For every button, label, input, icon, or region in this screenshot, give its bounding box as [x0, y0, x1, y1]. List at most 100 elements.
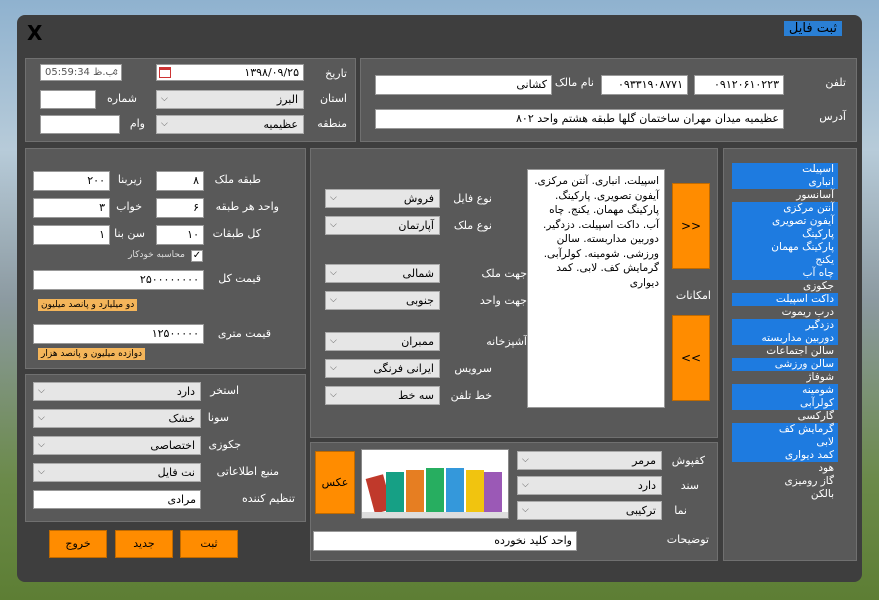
amenity-list-item[interactable]: دزدگیر: [732, 319, 838, 332]
address-field[interactable]: عظیمیه میدان مهران ساختمان گلها طبقه هشت…: [375, 109, 784, 129]
finish-panel: عکس مرمر ⌵ کفپوش دارد ⌵ سند ترکیبی ⌵ نما وا…: [310, 442, 718, 561]
area-field[interactable]: ۲۰۰: [33, 171, 110, 191]
amenity-list-item[interactable]: سالن اجتماعات: [732, 345, 838, 358]
amenity-list-item[interactable]: کولرآبی: [732, 397, 838, 410]
chevron-down-icon: ⌵: [330, 295, 337, 305]
chevron-down-icon: ⌵: [38, 413, 45, 423]
photo-button[interactable]: عکس: [315, 451, 355, 514]
tel2-field[interactable]: ۰۹۳۳۱۹۰۸۷۷۱: [601, 75, 688, 95]
sauna-select[interactable]: خشک ⌵: [33, 409, 201, 428]
kitchen-select[interactable]: ممبران ⌵: [325, 332, 440, 351]
tel1-field[interactable]: ۰۹۱۲۰۶۱۰۲۲۳: [694, 75, 784, 95]
remove-amenity-button[interactable]: <<: [672, 315, 710, 401]
deed-value: دارد: [637, 479, 656, 492]
phone-line-select[interactable]: سه خط ⌵: [325, 386, 440, 405]
amenity-list-item[interactable]: آنتن مرکزی: [732, 202, 838, 215]
add-amenity-button[interactable]: >>: [672, 183, 710, 269]
amenity-list-item[interactable]: جکوزی: [732, 280, 838, 293]
unit-dir-label: جهت واحد: [479, 294, 527, 307]
amenity-list-item[interactable]: داکت اسپیلت: [732, 293, 838, 306]
source-select[interactable]: نت فایل ⌵: [33, 463, 201, 482]
owner-field[interactable]: کشانی: [375, 75, 552, 95]
amenity-list-item[interactable]: اسپیلت: [732, 163, 838, 176]
date-label: تاریخ: [325, 67, 347, 80]
wc-label: سرویس: [454, 362, 492, 375]
amenity-list[interactable]: اسپیلت انباری آسانسور آنتن مرکزی آیفون تصویر…: [732, 163, 838, 523]
floors-field[interactable]: ۱۰: [156, 225, 204, 245]
meter-price-words: دوازده میلیون و پانصد هزار: [38, 348, 146, 360]
source-value: نت فایل: [157, 466, 195, 479]
age-field[interactable]: ۱: [33, 225, 110, 245]
prop-dir-value: شمالی: [402, 267, 434, 280]
exit-button[interactable]: خروج: [49, 530, 107, 558]
amenity-list-item[interactable]: بالکن: [732, 488, 838, 501]
author-field[interactable]: مرادی: [33, 490, 201, 509]
date-value: ۱۳۹۸/۰۹/۲۵: [244, 66, 299, 79]
floor-cover-value: مرمر: [632, 454, 656, 467]
region-select[interactable]: عظیمیه ⌵: [156, 115, 304, 134]
chevron-down-icon: ⌵: [330, 268, 337, 278]
loan-label: وام: [129, 117, 145, 130]
deed-select[interactable]: دارد ⌵: [517, 476, 662, 495]
amenity-list-item[interactable]: یکنج: [732, 254, 838, 267]
amenity-list-item[interactable]: سالن ورزشی: [732, 358, 838, 371]
pool-select[interactable]: دارد ⌵: [33, 382, 201, 401]
province-select[interactable]: البرز ⌵: [156, 90, 304, 109]
amenity-list-item[interactable]: لابی: [732, 436, 838, 449]
description-field[interactable]: واحد کلید نخورده: [313, 531, 577, 551]
meter-price-field[interactable]: ۱۲۵۰۰۰۰۰: [33, 324, 204, 344]
amenity-list-item[interactable]: انباری: [732, 176, 838, 189]
auto-calc-checkbox[interactable]: ✓: [191, 250, 203, 262]
facade-select[interactable]: ترکیبی ⌵: [517, 501, 662, 520]
floor-cover-select[interactable]: مرمر ⌵: [517, 451, 662, 470]
amenity-list-item[interactable]: کمد دیواری: [732, 449, 838, 462]
close-button[interactable]: X: [27, 21, 42, 45]
amenity-list-item[interactable]: چاه آب: [732, 267, 838, 280]
amenity-list-item[interactable]: آسانسور: [732, 189, 838, 202]
time-field[interactable]: 05:59:34 ب.ظ ⇕: [40, 64, 122, 81]
loan-field[interactable]: [40, 115, 120, 134]
amenity-list-item[interactable]: گرمایش کف: [732, 423, 838, 436]
facade-value: ترکیبی: [625, 504, 656, 517]
amenities-textarea[interactable]: اسپیلت. انباری. آنتن مرکزی. آیفون تصویری…: [527, 169, 665, 408]
file-type-label: نوع فایل: [453, 192, 492, 205]
amenity-list-item[interactable]: گاز رومیزی: [732, 475, 838, 488]
floor-field[interactable]: ۸: [156, 171, 204, 191]
amenity-list-item[interactable]: گارکسی: [732, 410, 838, 423]
wc-select[interactable]: ایرانی فرنگی ⌵: [325, 359, 440, 378]
amenity-list-item[interactable]: شوفاژ: [732, 371, 838, 384]
price-field[interactable]: ۲۵۰۰۰۰۰۰۰۰: [33, 270, 204, 290]
address-label: آدرس: [819, 110, 846, 123]
date-field[interactable]: ۱۳۹۸/۰۹/۲۵: [156, 64, 304, 81]
unit-dir-select[interactable]: جنوبی ⌵: [325, 291, 440, 310]
submit-button[interactable]: ثبت: [180, 530, 238, 558]
region-value: عظیمیه: [263, 118, 298, 131]
amenity-list-item[interactable]: آیفون تصویری: [732, 215, 838, 228]
jacuzzi-label: جکوزی: [208, 438, 241, 451]
amenity-list-item[interactable]: هود: [732, 462, 838, 475]
jacuzzi-select[interactable]: اختصاصی ⌵: [33, 436, 201, 455]
rooms-label: خواب: [116, 200, 142, 213]
sauna-value: خشک: [168, 412, 195, 425]
spin-icon[interactable]: ⇕: [112, 65, 119, 80]
amenity-list-item[interactable]: پارکینگ: [732, 228, 838, 241]
calendar-icon[interactable]: [159, 67, 171, 78]
location-panel: 05:59:34 ب.ظ ⇕ ۱۳۹۸/۰۹/۲۵ تاریخ البرز ⌵ ا…: [25, 58, 356, 142]
amenity-list-item[interactable]: پارکینگ مهمان: [732, 241, 838, 254]
units-field[interactable]: ۶: [156, 198, 204, 218]
auto-calc-label: محاسبه خودکار: [128, 250, 185, 260]
type-panel: فروش ⌵ نوع فایل آپارتمان ⌵ نوع ملک شمالی ⌵ …: [310, 148, 718, 438]
kitchen-label: آشپزخانه: [486, 335, 527, 348]
tel-label: تلفن: [825, 76, 846, 89]
amenity-list-item[interactable]: درب ریموت: [732, 306, 838, 319]
number-field[interactable]: [40, 90, 96, 109]
amenity-list-item[interactable]: شومینه: [732, 384, 838, 397]
amenity-list-item[interactable]: دوربین مداربسته: [732, 332, 838, 345]
rooms-field[interactable]: ۳: [33, 198, 110, 218]
file-type-select[interactable]: فروش ⌵: [325, 189, 440, 208]
new-button[interactable]: جدید: [115, 530, 173, 558]
prop-type-select[interactable]: آپارتمان ⌵: [325, 216, 440, 235]
prop-dir-select[interactable]: شمالی ⌵: [325, 264, 440, 283]
specs-panel: طبقه ملک ۸ زیربنا ۲۰۰ واحد هر طبقه ۶ خوا…: [25, 148, 306, 369]
jacuzzi-value: اختصاصی: [150, 439, 195, 452]
